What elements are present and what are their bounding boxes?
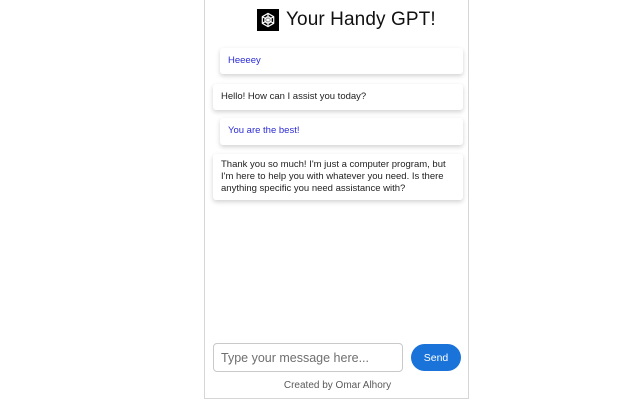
footer-credit: Created by Omar Alhory — [283, 380, 392, 391]
bot-message: Thank you so much! I'm just a computer p… — [213, 154, 463, 200]
header: Your Handy GPT! — [257, 7, 436, 33]
user-message: Heeeey — [220, 48, 463, 74]
page-title: Your Handy GPT! — [286, 9, 436, 30]
page: Your Handy GPT! Heeeey Hello! How can I … — [0, 0, 640, 400]
composer: Send — [213, 342, 463, 373]
chat-panel: Your Handy GPT! Heeeey Hello! How can I … — [204, 0, 469, 399]
message-input[interactable] — [213, 343, 403, 372]
send-button[interactable]: Send — [411, 344, 461, 371]
openai-logo-icon — [257, 9, 279, 31]
user-message: You are the best! — [220, 118, 463, 145]
bot-message: Hello! How can I assist you today? — [213, 84, 463, 110]
